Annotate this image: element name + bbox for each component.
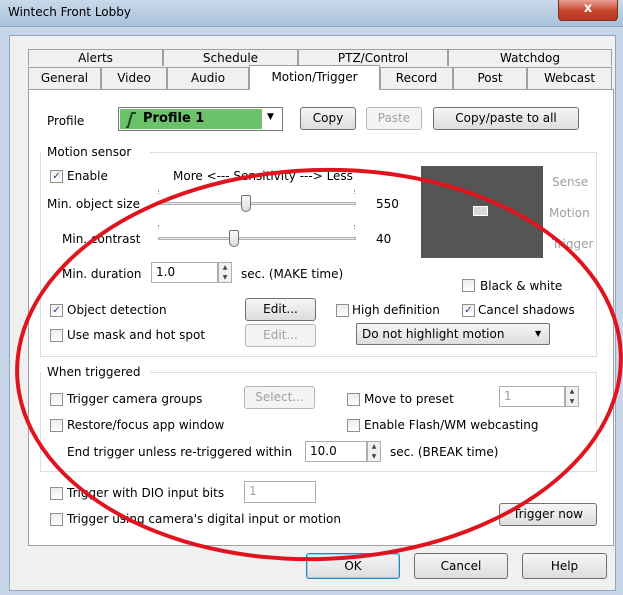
cancel-button[interactable]: Cancel bbox=[414, 553, 508, 579]
tab-watchdog[interactable]: Watchdog bbox=[448, 49, 612, 66]
trigger-camera-input-checkbox[interactable] bbox=[50, 513, 63, 526]
close-button[interactable]: x bbox=[558, 0, 618, 21]
tab-motion-trigger[interactable]: Motion/Trigger bbox=[249, 65, 380, 90]
profile-value: Profile 1 bbox=[143, 111, 205, 126]
tab-webcast[interactable]: Webcast bbox=[527, 67, 612, 89]
profile-select[interactable]: Profile 1 ▼ bbox=[118, 107, 283, 131]
paste-button[interactable]: Paste bbox=[366, 107, 422, 130]
copy-to-all-button[interactable]: Copy/paste to all bbox=[433, 107, 579, 130]
motion-group-box bbox=[40, 152, 597, 357]
tab-alerts[interactable]: Alerts bbox=[28, 49, 163, 66]
tab-video[interactable]: Video bbox=[101, 67, 167, 89]
tab-post[interactable]: Post bbox=[453, 67, 527, 89]
trigger-dio-label: Trigger with DIO input bits bbox=[67, 486, 225, 500]
help-button[interactable]: Help bbox=[522, 553, 607, 579]
tab-general[interactable]: General bbox=[28, 67, 101, 89]
triggered-group-box bbox=[40, 372, 597, 472]
profile-label: Profile bbox=[47, 114, 85, 128]
dio-bits-input[interactable]: 1 bbox=[244, 481, 316, 503]
window-title: Wintech Front Lobby bbox=[8, 5, 131, 19]
tab-record[interactable]: Record bbox=[380, 67, 453, 89]
tab-ptz-control[interactable]: PTZ/Control bbox=[298, 49, 448, 66]
copy-button[interactable]: Copy bbox=[300, 107, 356, 130]
trigger-now-button[interactable]: Trigger now bbox=[499, 503, 597, 526]
trigger-dio-checkbox[interactable] bbox=[50, 487, 63, 500]
tab-schedule[interactable]: Schedule bbox=[163, 49, 298, 66]
trigger-camera-input-label: Trigger using camera's digital input or … bbox=[67, 512, 342, 526]
tab-audio[interactable]: Audio bbox=[167, 67, 249, 89]
ok-button[interactable]: OK bbox=[306, 553, 400, 579]
profile-icon bbox=[123, 109, 138, 129]
chevron-down-icon: ▼ bbox=[267, 112, 274, 122]
